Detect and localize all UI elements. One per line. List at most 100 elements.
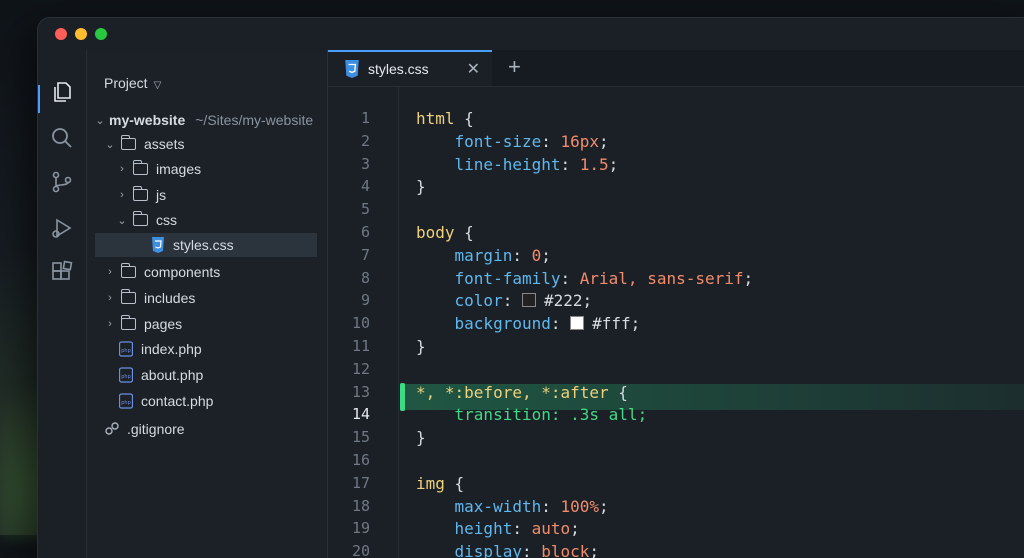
title-bar xyxy=(38,18,1024,50)
css-semicolon: ; xyxy=(589,542,600,558)
css-value: #fff xyxy=(592,314,631,334)
activity-bar xyxy=(38,50,87,558)
chevron-right-icon: › xyxy=(120,189,124,201)
close-window-button[interactable] xyxy=(55,28,67,40)
editor-window: Project ▽ ⌄ my-website ~/Sites/my-website… xyxy=(38,18,1024,558)
css-close-brace: } xyxy=(416,428,426,448)
css-property: font-size xyxy=(454,131,542,151)
css-colon: : xyxy=(550,405,571,425)
code-line[interactable]: body { xyxy=(416,223,474,242)
php-file-icon: php xyxy=(119,393,133,409)
code-line[interactable]: img { xyxy=(416,474,464,493)
tree-item-label: includes xyxy=(144,290,196,306)
php-file-icon: php xyxy=(119,341,133,357)
tree-item-about-php[interactable]: php about.php xyxy=(119,363,351,387)
css-value: 1.5 xyxy=(579,154,609,174)
php-file-icon: php xyxy=(119,367,133,383)
close-icon[interactable]: ✕ xyxy=(467,59,480,78)
minimize-window-button[interactable] xyxy=(75,28,87,40)
line-number: 12 xyxy=(351,359,370,378)
line-number: 7 xyxy=(360,245,370,264)
css-semicolon: ; xyxy=(743,268,754,288)
git-file-icon xyxy=(105,422,119,435)
tree-item-index-php[interactable]: php index.php xyxy=(119,337,351,361)
code-line[interactable]: } xyxy=(416,428,426,447)
folder-icon xyxy=(132,211,148,226)
css-colon: : xyxy=(550,314,571,334)
search-icon[interactable] xyxy=(50,126,74,150)
css-semicolon: ; xyxy=(599,131,609,151)
line-number: 10 xyxy=(351,314,370,333)
code-line[interactable]: } xyxy=(416,177,426,196)
tree-item-assets[interactable]: ⌄ assets xyxy=(105,132,337,156)
css-colon: : xyxy=(502,291,522,311)
code-line[interactable]: margin: 0; xyxy=(416,246,551,265)
tree-item-gitignore[interactable]: .gitignore xyxy=(105,417,337,441)
folder-icon xyxy=(120,289,136,304)
css-close-brace: } xyxy=(416,337,426,356)
tree-item-components[interactable]: › components xyxy=(105,260,337,284)
tab-styles-css[interactable]: styles.css ✕ xyxy=(328,50,492,86)
line-number: 8 xyxy=(360,268,370,287)
css-value: 100% xyxy=(560,496,600,516)
css-selector: img xyxy=(416,473,445,493)
chevron-right-icon: › xyxy=(120,163,124,175)
active-line-marker xyxy=(400,383,405,411)
code-line[interactable]: font-size: 16px; xyxy=(416,132,609,151)
sidebar-title[interactable]: Project ▽ xyxy=(104,75,161,91)
line-number: 1 xyxy=(360,109,370,127)
css-value: auto xyxy=(531,519,571,539)
css-value: 16px xyxy=(560,131,600,151)
tree-item-label: index.php xyxy=(141,341,202,357)
line-number: 14 xyxy=(351,405,370,424)
css-selector: html xyxy=(416,109,455,128)
css-property: max-width xyxy=(454,496,542,516)
code-editor[interactable]: 1 2 3 4 5 6 7 8 9 10 11 12 13 14 15 16 17 18 19 20 html { f… xyxy=(328,87,1024,558)
code-line[interactable]: height: auto; xyxy=(416,519,580,538)
code-line[interactable]: font-family: Arial, sans-serif; xyxy=(416,268,754,288)
color-swatch[interactable] xyxy=(570,316,585,331)
code-line[interactable]: *, *:before, *:after { xyxy=(416,383,628,402)
tree-item-styles-css[interactable]: styles.css xyxy=(95,233,317,257)
css-value: #222 xyxy=(543,291,583,311)
css-property: color xyxy=(454,291,503,311)
line-number: 4 xyxy=(360,177,370,196)
chevron-down-icon: ⌄ xyxy=(95,114,105,127)
css-colon: : xyxy=(541,131,561,151)
css-value: Arial, sans-serif xyxy=(579,268,744,288)
code-line[interactable]: display: block; xyxy=(416,542,600,558)
tree-item-label: styles.css xyxy=(173,237,234,253)
tree-root[interactable]: ⌄ my-website ~/Sites/my-website xyxy=(95,108,327,132)
css-semicolon: ; xyxy=(637,405,648,425)
root-folder-name: my-website xyxy=(109,112,186,128)
tree-item-includes[interactable]: › includes xyxy=(105,286,337,310)
tree-item-contact-php[interactable]: php contact.php xyxy=(119,389,351,413)
code-line[interactable]: transition: .3s all; xyxy=(416,405,648,425)
tree-item-css[interactable]: ⌄ css xyxy=(117,208,349,232)
chevron-down-icon: ▽ xyxy=(153,80,162,91)
extensions-icon[interactable] xyxy=(50,260,74,284)
run-debug-icon[interactable] xyxy=(50,216,74,240)
code-line[interactable]: color: #222; xyxy=(416,291,593,311)
source-control-icon[interactable] xyxy=(50,170,74,194)
code-line[interactable]: background: #fff; xyxy=(416,314,641,334)
tree-item-images[interactable]: › images xyxy=(117,157,349,181)
code-line[interactable]: html { xyxy=(416,109,474,128)
tree-item-js[interactable]: › js xyxy=(117,183,349,207)
code-line[interactable]: line-height: 1.5; xyxy=(416,154,619,174)
svg-text:php: php xyxy=(121,374,131,380)
add-tab-button[interactable]: + xyxy=(508,54,521,80)
tree-item-pages[interactable]: › pages xyxy=(105,312,337,336)
code-line[interactable]: } xyxy=(416,337,426,356)
code-line[interactable]: max-width: 100%; xyxy=(416,497,609,516)
line-number: 2 xyxy=(360,131,370,150)
css-colon: : xyxy=(541,496,561,516)
files-icon[interactable] xyxy=(50,80,74,104)
line-number: 9 xyxy=(360,291,370,310)
color-swatch[interactable] xyxy=(521,293,536,308)
zoom-window-button[interactable] xyxy=(95,28,107,40)
